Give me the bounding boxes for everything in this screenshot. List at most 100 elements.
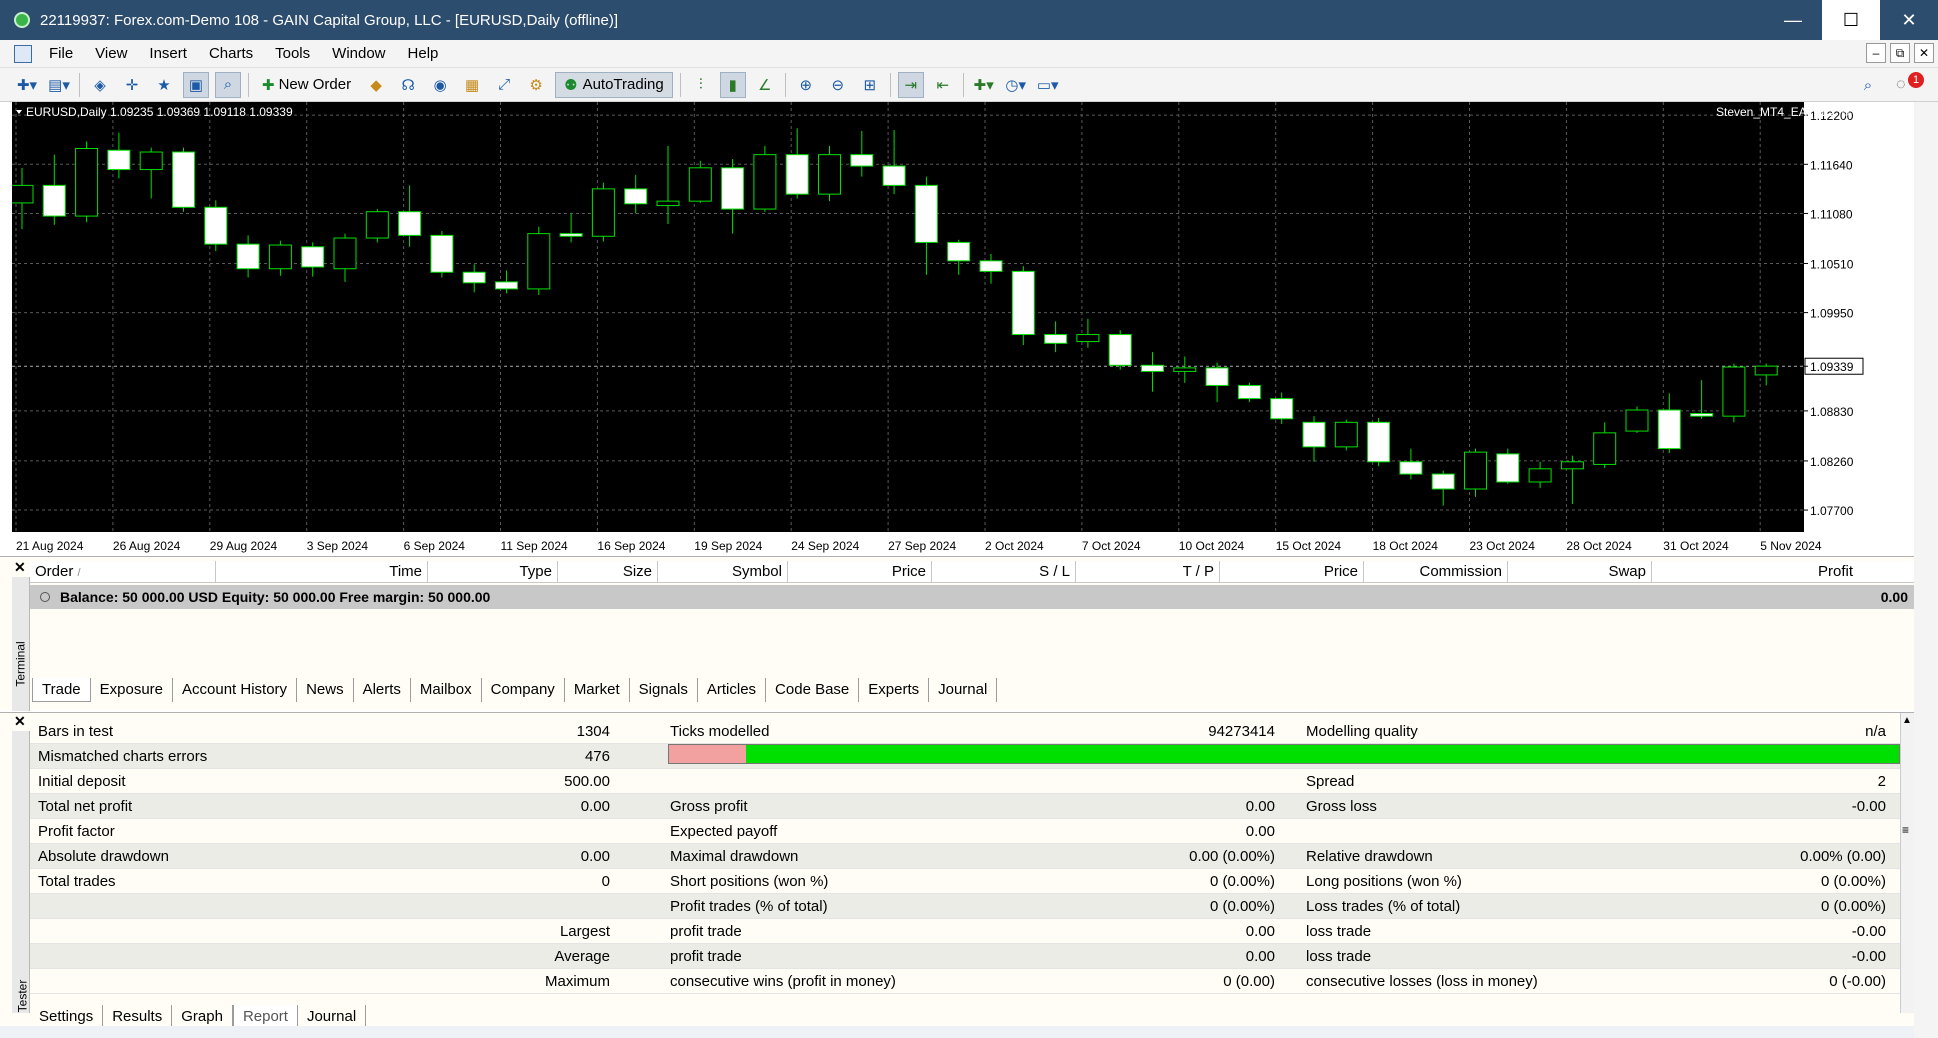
autoscroll-icon[interactable]: ⇥ xyxy=(897,71,924,98)
balance-row[interactable]: Balance: 50 000.00 USD Equity: 50 000.00… xyxy=(30,585,1914,609)
indicators-icon[interactable]: ✚▾ xyxy=(971,72,997,98)
market-watch-icon[interactable]: ◈ xyxy=(87,72,113,98)
vps-icon[interactable]: ⚙ xyxy=(523,72,549,98)
candle[interactable] xyxy=(75,141,99,223)
tab-trade[interactable]: Trade xyxy=(32,678,91,702)
menu-insert[interactable]: Insert xyxy=(138,45,198,62)
y-tick-label: 1.10510 xyxy=(1810,257,1854,271)
chart-window-icon[interactable] xyxy=(14,44,32,63)
templates-icon[interactable]: ▭▾ xyxy=(1035,72,1061,98)
candle[interactable] xyxy=(1722,363,1746,423)
tab-mailbox[interactable]: Mailbox xyxy=(411,678,482,702)
price-chart[interactable]: 1.12200 1.11640 1.11080 1.10510 1.09950 1.093… xyxy=(12,102,1864,554)
candle[interactable] xyxy=(591,182,615,242)
candle-body xyxy=(495,281,518,290)
tab-articles[interactable]: Articles xyxy=(698,678,767,702)
col-swap[interactable]: Swap xyxy=(1508,561,1652,583)
col-tp[interactable]: T / P xyxy=(1076,561,1220,583)
profiles-icon[interactable]: ▤▾ xyxy=(46,72,72,98)
terminal-close-icon[interactable]: ✕ xyxy=(14,559,26,576)
zoom-out-icon[interactable]: ⊖ xyxy=(825,72,851,98)
new-order-button[interactable]: ✚ New Order xyxy=(256,72,357,98)
scroll-up-icon[interactable]: ▲ xyxy=(1902,715,1912,726)
tab-account-history[interactable]: Account History xyxy=(173,678,298,702)
col-size[interactable]: Size xyxy=(558,561,658,583)
candle[interactable] xyxy=(753,145,777,212)
candle[interactable] xyxy=(527,226,551,296)
candle[interactable] xyxy=(1367,417,1391,467)
periods-icon[interactable]: ◷▾ xyxy=(1003,72,1029,98)
candle[interactable] xyxy=(1334,419,1358,451)
candle[interactable] xyxy=(1108,330,1132,370)
tab-news[interactable]: News xyxy=(297,678,354,702)
tab-company[interactable]: Company xyxy=(482,678,565,702)
close-button[interactable]: ✕ xyxy=(1880,0,1938,40)
mdi-close-button[interactable]: ✕ xyxy=(1914,43,1934,63)
col-type[interactable]: Type xyxy=(428,561,558,583)
candle[interactable] xyxy=(1625,406,1649,433)
col-sl[interactable]: S / L xyxy=(932,561,1076,583)
search-icon[interactable]: ⌕ xyxy=(1855,72,1881,98)
bar-chart-icon[interactable]: ⫶ xyxy=(688,72,714,98)
tab-alerts[interactable]: Alerts xyxy=(354,678,411,702)
balance-text: Balance: 50 000.00 USD Equity: 50 000.00… xyxy=(60,589,491,605)
mdi-minimize-button[interactable]: – xyxy=(1866,43,1886,63)
col-time[interactable]: Time xyxy=(216,561,428,583)
tab-experts[interactable]: Experts xyxy=(859,678,930,702)
col-profit[interactable]: Profit xyxy=(1652,561,1858,583)
tab-signals[interactable]: Signals xyxy=(630,678,698,702)
autotrading-button[interactable]: ⚉ AutoTrading xyxy=(555,71,673,98)
tab-journal[interactable]: Journal xyxy=(929,678,998,702)
candle[interactable] xyxy=(365,209,389,243)
candle[interactable] xyxy=(818,145,841,202)
fullscreen-icon[interactable]: ⤢ xyxy=(491,72,517,98)
zoom-in-icon[interactable]: ⊕ xyxy=(793,72,819,98)
report-scrollbar[interactable]: ▲ ≡ xyxy=(1900,713,1914,1013)
tile-windows-icon[interactable]: ⊞ xyxy=(857,72,883,98)
notifications-button[interactable]: ◌ 1 xyxy=(1896,72,1924,98)
scroll-grip-icon[interactable]: ≡ xyxy=(1902,823,1909,837)
candlestick-chart[interactable]: 1.122001.116401.110801.105101.099501.093… xyxy=(12,102,1864,554)
candle-body xyxy=(1528,468,1552,483)
chart-shift-icon[interactable]: ⇤ xyxy=(930,72,956,98)
menu-help[interactable]: Help xyxy=(397,45,450,62)
new-chart-icon[interactable]: ✚▾ xyxy=(14,72,40,98)
toolbar: ✚▾ ▤▾ ◈ ✛ ★ ▣ ⌕ ✚ New Order ◆ ☊ ◉ ▦ ⤢ ⚙ … xyxy=(0,68,1938,102)
col-order[interactable]: Order / xyxy=(30,561,216,583)
candle[interactable] xyxy=(172,147,195,212)
minimize-button[interactable]: — xyxy=(1764,0,1822,40)
metaeditor-icon[interactable]: ◆ xyxy=(363,72,389,98)
toolbar-separator xyxy=(784,72,786,97)
mdi-restore-button[interactable]: ⧉ xyxy=(1890,43,1910,63)
chat-icon[interactable]: ☊ xyxy=(395,72,421,98)
orders-header: Order / Time Type Size Symbol Price S / … xyxy=(30,561,1914,583)
menu-view[interactable]: View xyxy=(84,45,138,62)
menu-window[interactable]: Window xyxy=(321,45,396,62)
candle[interactable] xyxy=(1011,266,1035,346)
line-chart-icon[interactable]: ∠ xyxy=(752,72,778,98)
crosshair-icon[interactable]: ✛ xyxy=(119,72,145,98)
col-commission[interactable]: Commission xyxy=(1364,561,1508,583)
candle[interactable] xyxy=(430,231,454,278)
navigator-icon[interactable]: ★ xyxy=(151,72,177,98)
tab-code-base[interactable]: Code Base xyxy=(766,678,860,702)
menu-charts[interactable]: Charts xyxy=(198,45,264,62)
signals-icon[interactable]: ◉ xyxy=(427,72,453,98)
candle-body xyxy=(624,188,648,205)
tester-close-icon[interactable]: ✕ xyxy=(14,713,26,730)
tab-exposure[interactable]: Exposure xyxy=(91,678,174,702)
x-tick-label: 31 Oct 2024 xyxy=(1663,539,1729,553)
col-close-price[interactable]: Price xyxy=(1220,561,1364,583)
terminal-toggle-icon[interactable]: ▣ xyxy=(183,71,209,98)
candle[interactable] xyxy=(204,200,228,252)
menu-file[interactable]: File xyxy=(38,45,84,62)
maximize-button[interactable]: ☐ xyxy=(1822,0,1880,40)
strategy-tester-icon[interactable]: ⌕ xyxy=(215,71,241,98)
tab-market[interactable]: Market xyxy=(565,678,630,702)
menu-tools[interactable]: Tools xyxy=(264,45,321,62)
market-icon[interactable]: ▦ xyxy=(459,72,485,98)
candlestick-icon[interactable]: ▮ xyxy=(719,71,746,98)
candle[interactable] xyxy=(1496,448,1520,484)
col-price[interactable]: Price xyxy=(788,561,932,583)
col-symbol[interactable]: Symbol xyxy=(658,561,788,583)
